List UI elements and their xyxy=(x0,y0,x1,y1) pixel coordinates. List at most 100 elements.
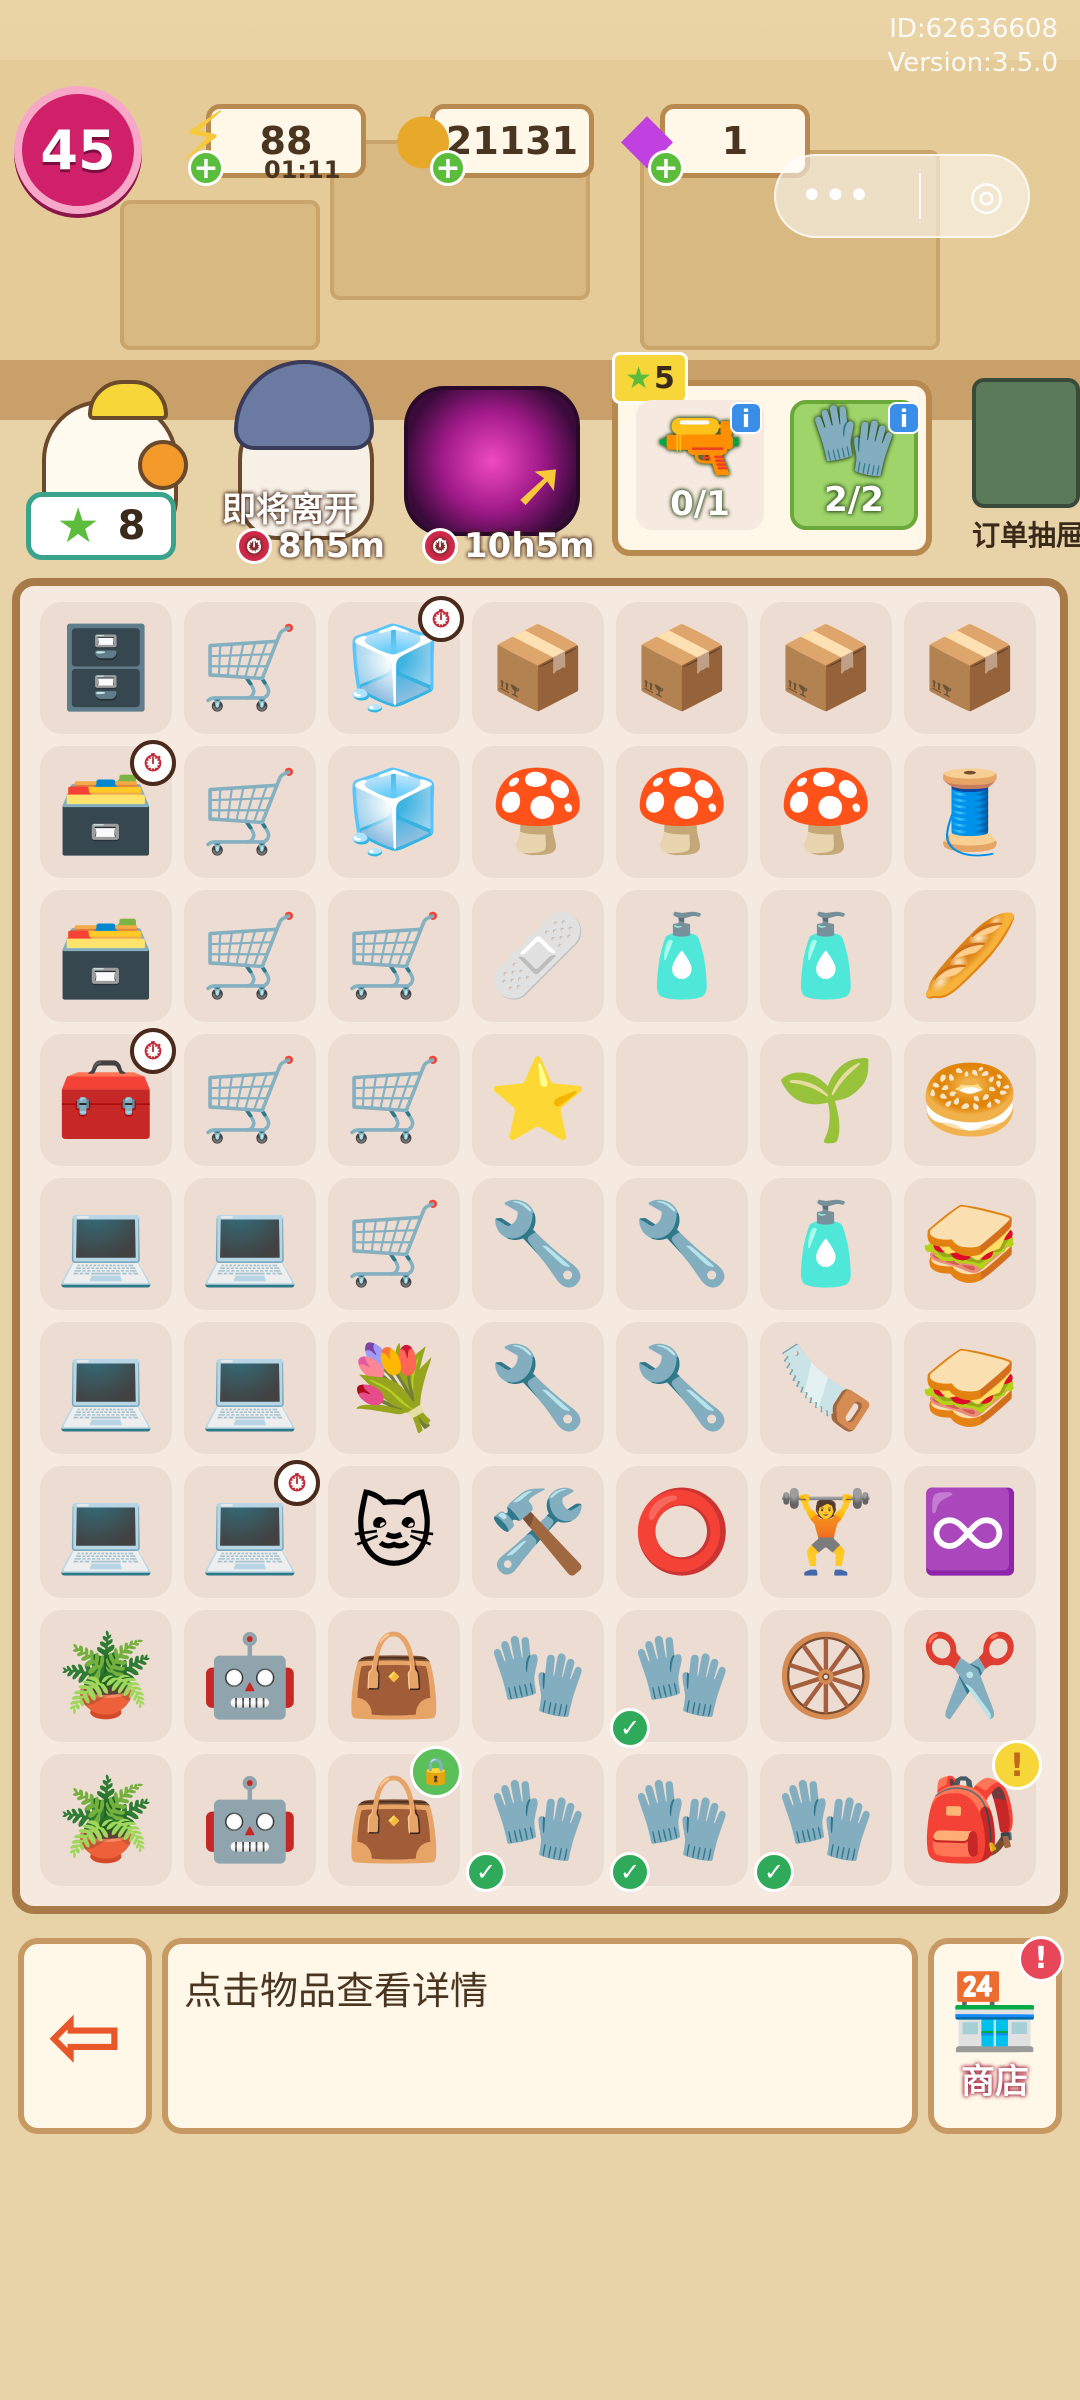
info-icon[interactable]: i xyxy=(730,402,762,434)
board-item-icon: 🧵 xyxy=(920,765,1020,858)
energy-add-icon[interactable]: + xyxy=(188,150,224,186)
board-item[interactable]: 🗃️ ⏱ xyxy=(40,740,176,878)
more-icon[interactable]: ••• xyxy=(800,173,871,219)
board-item-icon: 🗃️ xyxy=(56,909,156,1002)
board-item-icon: 🐱 xyxy=(352,1485,436,1579)
board-item[interactable]: 🪴 xyxy=(40,1754,172,1886)
board-item[interactable]: 🧵 xyxy=(904,746,1036,878)
board-item[interactable]: 🥪 xyxy=(904,1322,1036,1454)
board-item[interactable]: 🛒 xyxy=(328,1178,460,1310)
board-item[interactable]: 🎒! xyxy=(904,1740,1042,1886)
info-icon[interactable]: i xyxy=(888,402,920,434)
board-item[interactable]: 🧰 ⏱ xyxy=(40,1028,176,1166)
board-item-icon: ✂️ xyxy=(920,1629,1020,1722)
board-item[interactable]: ♾️ xyxy=(904,1466,1036,1598)
board-item-icon: 🥯 xyxy=(920,1053,1020,1146)
board-item[interactable]: 🍄 xyxy=(616,746,748,878)
board-item-icon: 🪚 xyxy=(776,1341,876,1434)
board-item[interactable]: 🔧 xyxy=(616,1322,748,1454)
board-cell-empty[interactable] xyxy=(616,1034,748,1166)
board-item[interactable]: 🗃️ xyxy=(40,890,172,1022)
board-item[interactable]: 🛞 xyxy=(760,1610,892,1742)
board-item[interactable]: 🧤 xyxy=(472,1610,604,1742)
board-item[interactable]: 💐 xyxy=(328,1322,460,1454)
board-item-icon: 💐 xyxy=(344,1341,444,1434)
check-icon: ✓ xyxy=(466,1852,506,1892)
board-item[interactable]: 💻 xyxy=(40,1178,172,1310)
board-item[interactable]: 🧤 ✓ xyxy=(610,1610,748,1748)
board-item[interactable]: 🧤 ✓ xyxy=(610,1754,748,1892)
board-item[interactable]: 🗄️ xyxy=(40,602,172,734)
customer-portal[interactable]: ➚ xyxy=(404,386,580,536)
timer-icon: ⏱ xyxy=(130,1028,176,1074)
board-item[interactable]: 👜 xyxy=(328,1610,460,1742)
board-item[interactable]: 💻 xyxy=(40,1466,172,1598)
board-item-icon: 🧴 xyxy=(632,909,732,1002)
board-item-icon: 🛒 xyxy=(344,1197,444,1290)
mini-program-capsule: ••• ◎ xyxy=(774,154,1030,238)
exit-button[interactable]: ⇦ xyxy=(18,1938,152,2134)
customer-timer-3-value: 10h5m xyxy=(464,526,595,566)
order-drawer[interactable]: 订单抽屉 xyxy=(972,378,1080,558)
board-item[interactable]: 💻 xyxy=(184,1322,316,1454)
board-item[interactable]: 🔧 xyxy=(472,1322,604,1454)
board-item[interactable]: 🧴 xyxy=(760,1178,892,1310)
order-drawer-icon xyxy=(972,378,1080,508)
board-item[interactable]: 📦 xyxy=(760,602,892,734)
level-badge[interactable]: 45 xyxy=(14,86,142,214)
board-item[interactable]: 💻 xyxy=(184,1178,316,1310)
board-item-icon: 🩹 xyxy=(488,909,588,1002)
board-item[interactable]: 🥖 xyxy=(904,890,1036,1022)
board-item[interactable]: 💻 ⏱ xyxy=(184,1460,320,1598)
board-item[interactable]: ✂️ xyxy=(904,1610,1036,1742)
board-item[interactable]: 🪚 xyxy=(760,1322,892,1454)
board-item-icon: 🛒 xyxy=(344,909,444,1002)
board-item[interactable]: ⭕ xyxy=(616,1466,748,1598)
board-item[interactable]: 🔧 xyxy=(472,1178,604,1310)
board-item-icon: 🛒 xyxy=(200,1053,300,1146)
board-item[interactable]: 🥯 xyxy=(904,1034,1036,1166)
board-item[interactable]: 🍄 xyxy=(760,746,892,878)
board-item-icon: 👜 xyxy=(344,1629,444,1722)
board-item[interactable]: 📦 xyxy=(472,602,604,734)
board-item[interactable]: 🧴 xyxy=(760,890,892,1022)
board-item[interactable]: ⭐ xyxy=(472,1034,604,1166)
board-item-icon: 🔧 xyxy=(632,1341,732,1434)
board-item[interactable]: 🧤 ✓ xyxy=(754,1754,892,1892)
shop-button[interactable]: 🏪 商店 ! xyxy=(928,1936,1064,2134)
board-item[interactable]: 🏋️ xyxy=(760,1466,892,1598)
bottom-bar: ⇦ 点击物品查看详情 🏪 商店 ! xyxy=(0,1928,1080,2138)
check-icon: ✓ xyxy=(610,1708,650,1748)
timer-icon: ⏱ xyxy=(274,1460,320,1506)
gem-add-icon[interactable]: + xyxy=(648,150,684,186)
coin-add-icon[interactable]: + xyxy=(430,150,466,186)
board-item[interactable]: 👜 🔒 xyxy=(328,1746,462,1886)
board-item[interactable]: 🍄 xyxy=(472,746,604,878)
close-icon[interactable]: ◎ xyxy=(969,173,1004,219)
board-item[interactable]: 🛒 xyxy=(328,1034,460,1166)
board-item[interactable]: 🥪 xyxy=(904,1178,1036,1310)
board-item[interactable]: 🧊 xyxy=(328,746,460,878)
board-item[interactable]: 🛒 xyxy=(184,602,316,734)
board-item[interactable]: 📦 xyxy=(904,602,1036,734)
board-item[interactable]: 🐱 xyxy=(328,1466,460,1598)
board-item[interactable]: 🪴 xyxy=(40,1610,172,1742)
board-item[interactable]: 🌱 xyxy=(760,1034,892,1166)
board-item[interactable]: 💻 xyxy=(40,1322,172,1454)
board-item[interactable]: 🛒 xyxy=(184,746,316,878)
board-item-icon: 🛒 xyxy=(344,1053,444,1146)
board-item[interactable]: 🧤 ✓ xyxy=(466,1754,604,1892)
board-item[interactable]: 🩹 xyxy=(472,890,604,1022)
board-item[interactable]: 🤖 xyxy=(184,1610,316,1742)
board-item[interactable]: 🧊 ⏱ xyxy=(328,596,464,734)
board-item[interactable]: 🛠️ xyxy=(472,1466,604,1598)
board-item[interactable]: 🛒 xyxy=(328,890,460,1022)
board-item[interactable]: 🛒 xyxy=(184,1034,316,1166)
board-item[interactable]: 📦 xyxy=(616,602,748,734)
board-item[interactable]: 🧴 xyxy=(616,890,748,1022)
board-item-icon: 💻 xyxy=(56,1197,156,1290)
board-item[interactable]: 🔧 xyxy=(616,1178,748,1310)
board-item[interactable]: 🛒 xyxy=(184,890,316,1022)
board-item[interactable]: 🤖 xyxy=(184,1754,316,1886)
star-icon: ★ xyxy=(56,498,100,554)
